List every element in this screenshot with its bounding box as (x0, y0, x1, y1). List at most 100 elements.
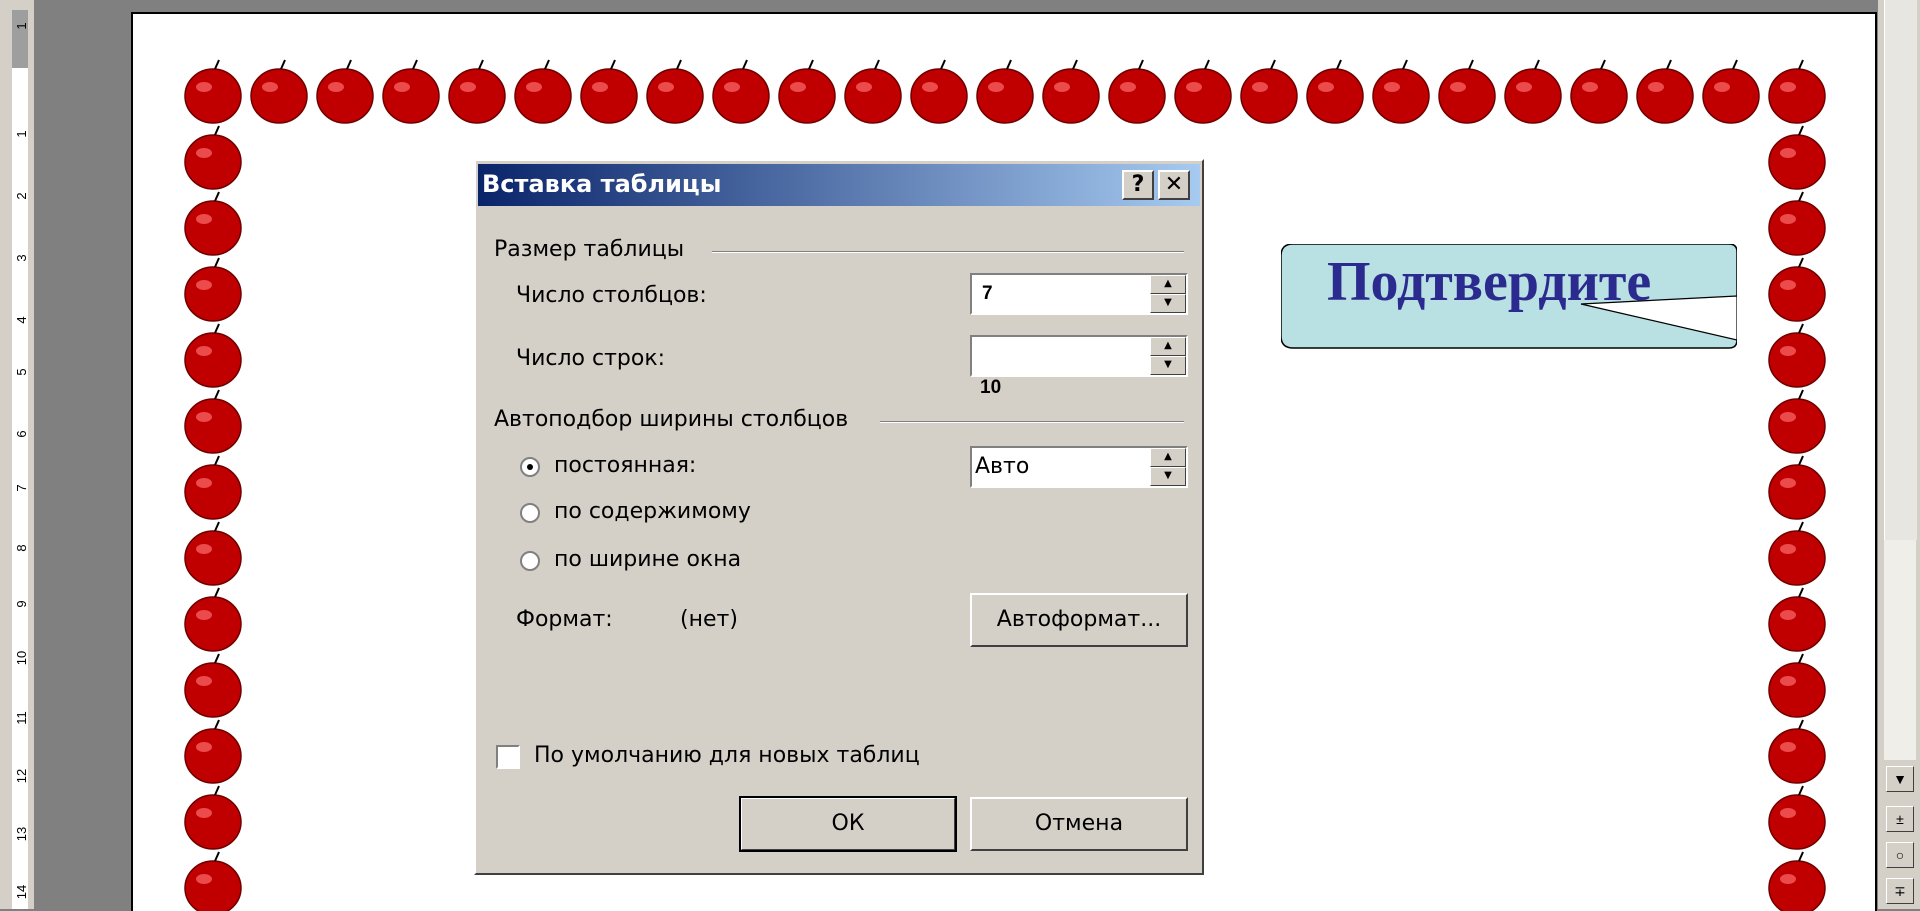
ruler-tick: 13 (14, 826, 29, 842)
close-button[interactable]: ✕ (1158, 170, 1190, 200)
table-size-group-label: Размер таблицы (494, 237, 685, 262)
apple-border-icon (316, 59, 374, 124)
apple-border-icon (1768, 521, 1826, 586)
apple-border-icon (1240, 59, 1298, 124)
apple-border-icon (382, 59, 440, 124)
decrement-button[interactable]: ▼ (1150, 294, 1186, 313)
apple-border-icon (580, 59, 638, 124)
scroll-track[interactable] (1884, 0, 1917, 540)
fit-window-label[interactable]: по ширине окна (554, 547, 741, 572)
apple-border-icon (184, 257, 242, 322)
help-button[interactable]: ? (1122, 170, 1154, 200)
next-page-button[interactable]: ∓ (1886, 878, 1914, 904)
apple-border-icon (910, 59, 968, 124)
format-label: Формат: (516, 607, 613, 632)
ruler-tick: 9 (14, 600, 29, 608)
ruler-tick: 1 (14, 22, 29, 30)
previous-page-button[interactable]: ± (1886, 806, 1914, 832)
apple-border-icon (184, 125, 242, 190)
fit-contents-radio[interactable] (520, 503, 540, 523)
scroll-down-button[interactable]: ▼ (1886, 766, 1914, 792)
apple-border-icon (1768, 389, 1826, 454)
apple-border-icon (514, 59, 572, 124)
apple-border-icon (1636, 59, 1694, 124)
ruler-tick: 3 (14, 254, 29, 262)
columns-label: Число столбцов: (516, 283, 707, 308)
columns-stepper[interactable]: 7 ▲ ▼ (970, 273, 1188, 315)
apple-border-icon (1768, 59, 1826, 124)
ruler-tick: 7 (14, 484, 29, 492)
autofit-group-label: Автоподбор ширины столбцов (494, 407, 849, 432)
apple-border-icon (184, 455, 242, 520)
apple-border-icon (1372, 59, 1430, 124)
vertical-scrollbar[interactable]: ▼ ± ○ ∓ (1877, 0, 1920, 909)
fixed-width-value: Авто (975, 454, 1030, 479)
apple-border-icon (184, 851, 242, 911)
apple-border-icon (1768, 653, 1826, 718)
vertical-ruler[interactable]: 1 1 2 3 4 5 6 7 8 9 10 11 12 13 14 (0, 0, 35, 909)
dialog-title: Вставка таблицы (482, 170, 722, 198)
apple-border-icon (184, 587, 242, 652)
apple-border-icon (184, 59, 242, 124)
increment-button[interactable]: ▲ (1150, 275, 1186, 294)
apple-border-icon (184, 521, 242, 586)
apple-border-icon (712, 59, 770, 124)
dialog-titlebar[interactable]: Вставка таблицы ? ✕ (478, 164, 1200, 206)
apple-border-icon (448, 59, 506, 124)
apple-border-icon (1768, 191, 1826, 256)
rows-overflow-value: 10 (980, 377, 1002, 398)
apple-border-icon (1702, 59, 1760, 124)
confirm-callout: Подтвердите (1280, 243, 1738, 349)
group-divider (712, 251, 1184, 253)
apple-border-icon (1504, 59, 1562, 124)
increment-button[interactable]: ▲ (1150, 337, 1186, 356)
select-browse-object-button[interactable]: ○ (1886, 842, 1914, 868)
autoformat-button[interactable]: Автоформат... (970, 593, 1188, 647)
default-for-new-tables-checkbox[interactable] (496, 745, 520, 769)
fixed-width-label[interactable]: постоянная: (554, 453, 696, 478)
cancel-button[interactable]: Отмена (970, 797, 1188, 851)
apple-border-icon (778, 59, 836, 124)
ruler-tick: 1 (14, 130, 29, 138)
ruler-tick: 5 (14, 368, 29, 376)
format-value: (нет) (680, 607, 738, 632)
ruler-tick: 14 (14, 884, 29, 900)
apple-border-icon (1768, 719, 1826, 784)
fixed-width-stepper[interactable]: Авто ▲ ▼ (970, 446, 1188, 488)
apple-border-icon (184, 323, 242, 388)
ruler-tick: 11 (14, 711, 29, 725)
ruler-tick: 8 (14, 544, 29, 552)
apple-border-icon (1108, 59, 1166, 124)
group-divider (880, 421, 1184, 423)
decrement-button[interactable]: ▼ (1150, 356, 1186, 375)
columns-value: 7 (982, 283, 993, 304)
apple-border-icon (1768, 125, 1826, 190)
increment-button[interactable]: ▲ (1150, 448, 1186, 467)
apple-border-icon (184, 785, 242, 850)
apple-border-icon (646, 59, 704, 124)
apple-border-icon (1438, 59, 1496, 124)
apple-border-icon (250, 59, 308, 124)
ruler-tick: 10 (14, 650, 29, 666)
ruler-tick: 4 (14, 316, 29, 324)
apple-border-icon (1768, 323, 1826, 388)
apple-border-icon (184, 653, 242, 718)
fit-contents-label[interactable]: по содержимому (554, 499, 751, 524)
callout-text: Подтвердите (1327, 251, 1652, 313)
fixed-width-radio[interactable] (520, 457, 540, 477)
apple-border-icon (1768, 455, 1826, 520)
fixed-width-stepper-buttons[interactable]: ▲ ▼ (1150, 448, 1186, 486)
apple-border-icon (844, 59, 902, 124)
apple-border-icon (184, 191, 242, 256)
scroll-thumb[interactable] (1884, 540, 1916, 760)
rows-stepper[interactable]: ▲ ▼ (970, 335, 1188, 377)
fit-window-radio[interactable] (520, 551, 540, 571)
default-for-new-tables-label[interactable]: По умолчанию для новых таблиц (534, 743, 920, 768)
rows-stepper-buttons[interactable]: ▲ ▼ (1150, 337, 1186, 375)
apple-border-icon (1570, 59, 1628, 124)
ok-button[interactable]: ОК (739, 796, 957, 852)
decrement-button[interactable]: ▼ (1150, 467, 1186, 486)
ruler-tick: 6 (14, 430, 29, 438)
apple-border-icon (1306, 59, 1364, 124)
columns-stepper-buttons[interactable]: ▲ ▼ (1150, 275, 1186, 313)
